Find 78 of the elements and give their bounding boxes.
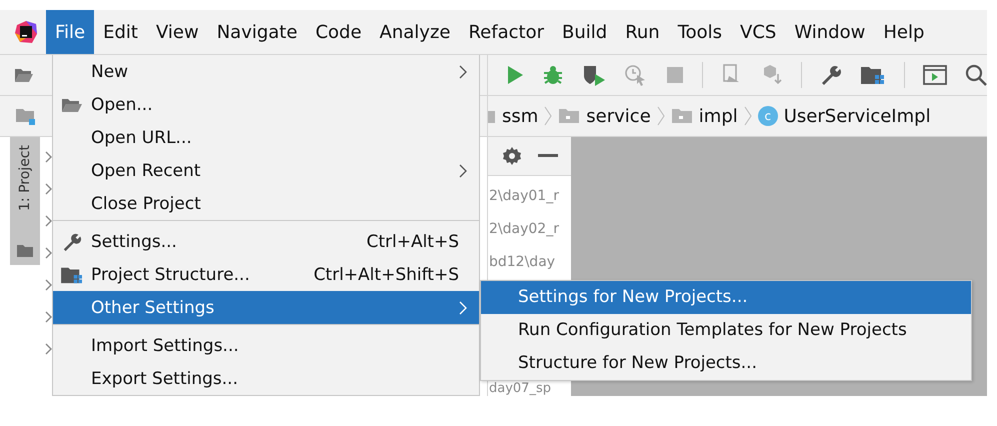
tree-item[interactable]: day07_sp bbox=[489, 382, 571, 396]
menu-item[interactable]: VCS bbox=[731, 10, 786, 54]
menu-item[interactable]: File bbox=[46, 10, 94, 54]
menu-item[interactable]: Project Structure... Ctrl+Alt+Shift+S bbox=[53, 258, 479, 291]
menu-item-label: Open URL... bbox=[91, 128, 193, 148]
menu-item[interactable]: Code bbox=[306, 10, 371, 54]
menu-item-label: Open... bbox=[91, 94, 154, 114]
tree-item[interactable]: 2\day02_r bbox=[489, 213, 571, 246]
chevron-icon bbox=[744, 106, 752, 126]
chevron-icon bbox=[656, 106, 665, 126]
menu-item[interactable]: View bbox=[146, 10, 208, 54]
menu-item[interactable]: Close Project bbox=[53, 187, 479, 221]
open-folder-icon[interactable] bbox=[14, 67, 34, 83]
chevron-icon bbox=[459, 164, 467, 178]
breadcrumb-item[interactable]: ssm bbox=[502, 106, 538, 126]
chevron-icon[interactable] bbox=[45, 343, 52, 355]
chevron-icon[interactable] bbox=[45, 279, 52, 291]
cubes-icon[interactable] bbox=[761, 64, 783, 86]
menu-item-label: Export Settings... bbox=[91, 368, 239, 388]
menu-item[interactable]: Open URL... bbox=[53, 121, 479, 154]
menu-item[interactable]: Edit bbox=[94, 10, 147, 54]
project-tool-tab[interactable]: 1: Project bbox=[10, 137, 40, 265]
class-icon: c bbox=[758, 106, 778, 126]
menu-item-label: Import Settings... bbox=[91, 336, 240, 356]
chevron-icon bbox=[459, 64, 467, 78]
breadcrumb-item[interactable]: service bbox=[586, 106, 651, 126]
menu-item[interactable]: Window bbox=[785, 10, 874, 54]
terminal-window-icon[interactable] bbox=[923, 65, 947, 85]
menu-item-label: Settings... bbox=[91, 232, 178, 252]
menu-item[interactable]: Tools bbox=[668, 10, 732, 54]
menu-item-label: Project Structure... bbox=[91, 264, 251, 284]
menu-item-label: Close Project bbox=[91, 194, 202, 214]
bug-icon[interactable] bbox=[542, 64, 564, 86]
folder-grid-icon bbox=[60, 264, 84, 284]
menu-item[interactable]: Run bbox=[616, 10, 669, 54]
breadcrumb-item[interactable]: impl bbox=[698, 106, 738, 126]
tree-item[interactable]: 2\day01_r bbox=[489, 180, 571, 213]
menu-item[interactable]: Other Settings bbox=[53, 291, 479, 325]
breadcrumb-item[interactable]: UserServiceImpl bbox=[784, 106, 931, 126]
menu-item[interactable]: Refactor bbox=[459, 10, 553, 54]
chevron-icon[interactable] bbox=[45, 215, 52, 227]
menu-item-label: Other Settings bbox=[91, 298, 216, 318]
menu-item[interactable]: Open... bbox=[53, 88, 479, 121]
menu-item[interactable]: New bbox=[53, 55, 479, 88]
chevron-icon bbox=[544, 106, 552, 126]
open-folder-icon bbox=[61, 96, 83, 112]
shortcut-label: Ctrl+Alt+Shift+S bbox=[314, 264, 459, 284]
menu-item[interactable]: Build bbox=[553, 10, 616, 54]
menu-item[interactable]: Navigate bbox=[208, 10, 306, 54]
menu-item[interactable]: Run Configuration Templates for New Projects bbox=[481, 314, 971, 347]
menu-item[interactable]: Help bbox=[874, 10, 934, 54]
menu-item[interactable]: Analyze bbox=[370, 10, 460, 54]
menu-item[interactable]: Export Settings... bbox=[53, 362, 479, 395]
chevron-icon[interactable] bbox=[45, 247, 52, 259]
tree-item[interactable]: bd12\day bbox=[489, 246, 571, 279]
wrench-icon bbox=[62, 232, 82, 252]
menu-item[interactable]: Open Recent bbox=[53, 154, 479, 187]
search-icon[interactable] bbox=[965, 64, 987, 86]
menu-item[interactable]: Settings for New Projects... bbox=[481, 281, 971, 314]
run-icon[interactable] bbox=[506, 65, 524, 85]
tool-tab-label: 1: Project bbox=[17, 145, 33, 211]
folder-grid-icon[interactable] bbox=[860, 64, 886, 86]
menu-item[interactable]: Structure for New Projects... bbox=[481, 347, 971, 380]
shortcut-label: Ctrl+Alt+S bbox=[366, 232, 459, 252]
menu-item-label: New bbox=[91, 62, 130, 82]
menu-item[interactable]: Import Settings... bbox=[53, 329, 479, 362]
chevron-icon[interactable] bbox=[45, 151, 52, 163]
chevron-icon bbox=[459, 300, 467, 314]
chevron-icon[interactable] bbox=[45, 183, 52, 195]
shield-play-icon[interactable] bbox=[582, 64, 606, 86]
gear-icon[interactable] bbox=[502, 146, 522, 166]
stop-icon[interactable] bbox=[666, 66, 684, 84]
wrench-icon[interactable] bbox=[820, 64, 842, 86]
menu-item-label: Open Recent bbox=[91, 160, 202, 180]
chevron-icon[interactable] bbox=[45, 311, 52, 323]
menu-item[interactable]: Settings... Ctrl+Alt+S bbox=[53, 225, 479, 258]
app-logo-icon bbox=[14, 20, 38, 44]
minimize-icon[interactable] bbox=[538, 154, 558, 158]
